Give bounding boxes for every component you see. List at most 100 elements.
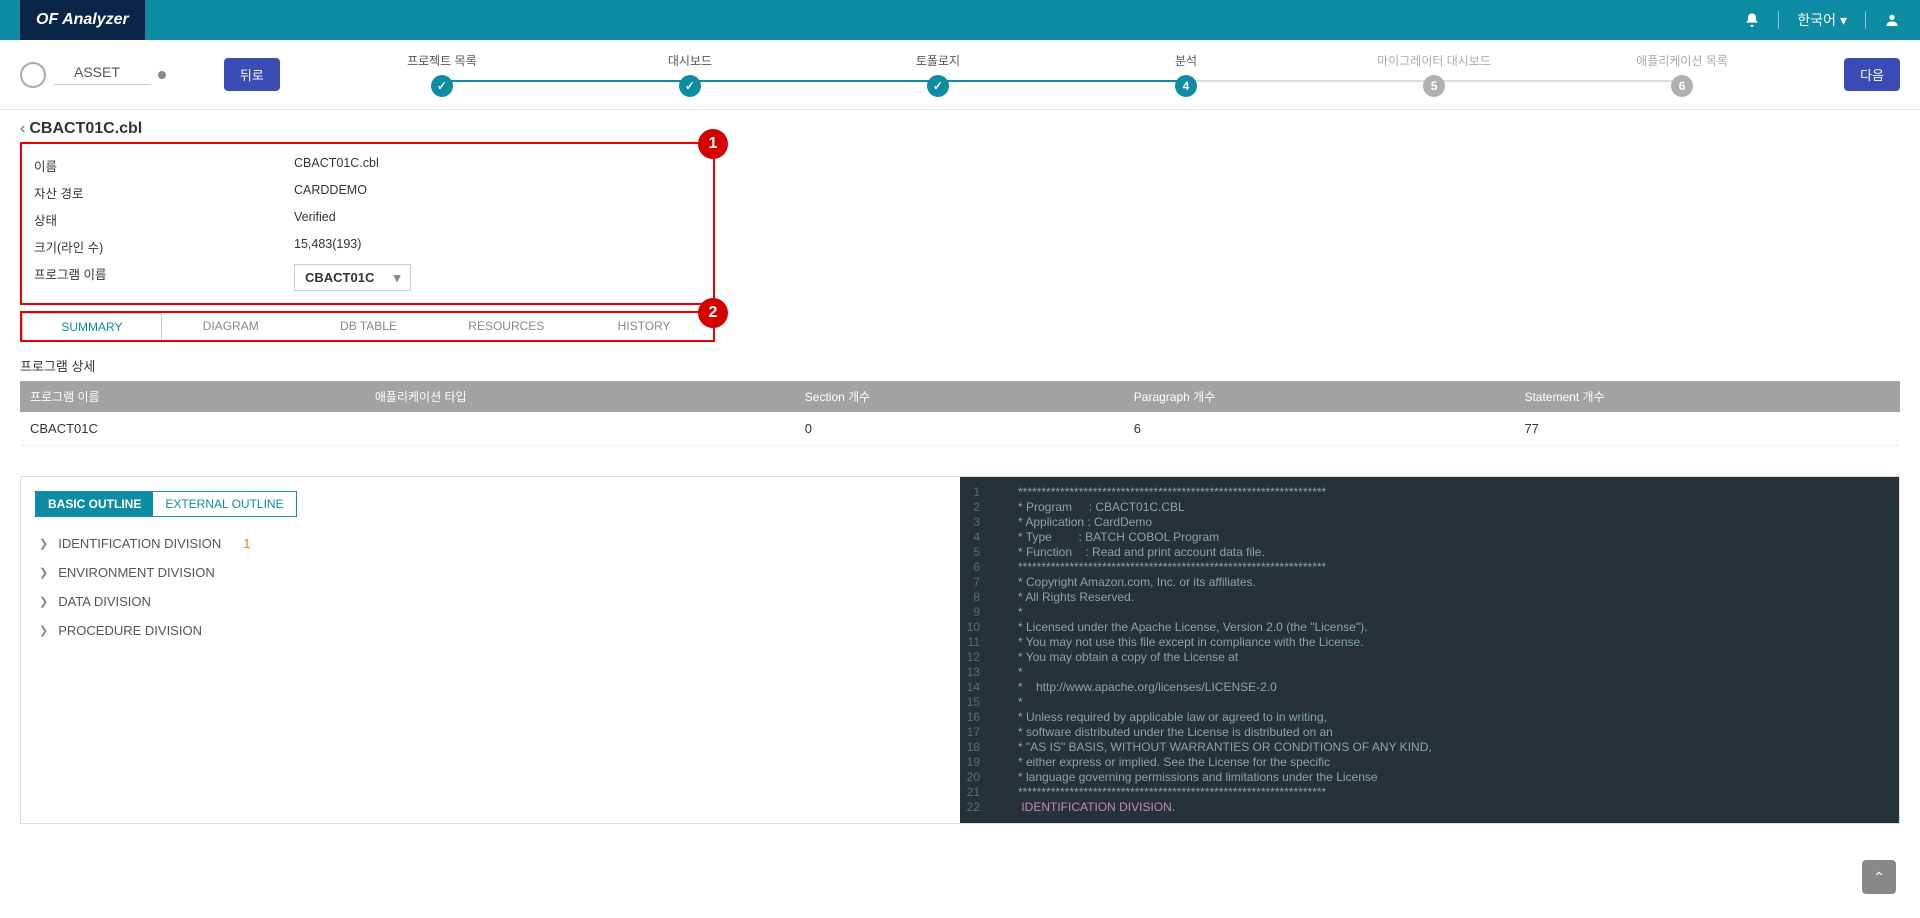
code-viewer[interactable]: 1 **************************************… (960, 477, 1899, 823)
tab-history[interactable]: HISTORY (575, 313, 713, 340)
scroll-top-button[interactable]: ⌃ (1862, 860, 1896, 894)
line-number: 19 (960, 755, 998, 770)
table-header: Section 개수 (795, 381, 1124, 412)
check-icon: ✓ (927, 75, 949, 97)
breadcrumb-title: CBACT01C.cbl (29, 120, 142, 138)
tab-diagram[interactable]: DIAGRAM (162, 313, 300, 340)
code-line: 22 IDENTIFICATION DIVISION. (960, 800, 1899, 815)
user-icon[interactable] (1884, 12, 1900, 28)
code-line: 4 * Type : BATCH COBOL Program (960, 530, 1899, 545)
step-0[interactable]: 프로젝트 목록✓ (318, 52, 566, 97)
next-button[interactable]: 다음 (1844, 58, 1900, 91)
code-line: 6 **************************************… (960, 560, 1899, 575)
code-text: IDENTIFICATION DIVISION. (998, 800, 1175, 815)
outline-item-label: IDENTIFICATION DIVISION (58, 536, 221, 551)
tab-summary[interactable]: SUMMARY (22, 313, 162, 340)
program-name-label: 프로그램 이름 (34, 264, 294, 291)
code-text: * (998, 665, 1023, 680)
chevron-up-icon: ⌃ (1873, 869, 1885, 886)
table-header: 애플리케이션 타입 (365, 381, 795, 412)
info-value: CARDDEMO (294, 183, 367, 202)
info-label: 이름 (34, 156, 294, 175)
code-line: 16 * Unless required by applicable law o… (960, 710, 1899, 725)
asset-dot-icon (158, 71, 166, 79)
outline-item-label: ENVIRONMENT DIVISION (58, 565, 215, 580)
code-text: * (998, 605, 1023, 620)
table-cell: 0 (795, 412, 1124, 446)
tab-external-outline[interactable]: EXTERNAL OUTLINE (153, 492, 295, 516)
caret-down-icon: ▾ (1840, 12, 1847, 29)
info-row: 자산 경로CARDDEMO (34, 179, 701, 206)
program-name-select[interactable]: CBACT01C (294, 264, 411, 291)
line-number: 10 (960, 620, 998, 635)
line-number: 22 (960, 800, 998, 815)
check-icon: ✓ (679, 75, 701, 97)
outline-item[interactable]: ❯ENVIRONMENT DIVISION (35, 558, 946, 587)
info-row: 크기(라인 수)15,483(193) (34, 233, 701, 260)
code-line: 20 * language governing permissions and … (960, 770, 1899, 785)
info-row: 이름CBACT01C.cbl (34, 152, 701, 179)
step-1[interactable]: 대시보드 ✓ (566, 52, 814, 97)
code-line: 12 * You may obtain a copy of the Licens… (960, 650, 1899, 665)
back-button[interactable]: 뒤로 (224, 58, 280, 91)
code-text: * either express or implied. See the Lic… (998, 755, 1330, 770)
tab-db-table[interactable]: DB TABLE (300, 313, 438, 340)
step-2[interactable]: 토폴로지✓ (814, 52, 1062, 97)
outline-item[interactable]: ❯IDENTIFICATION DIVISION1 (35, 529, 946, 558)
breadcrumb[interactable]: ‹ CBACT01C.cbl (20, 120, 1900, 138)
code-line: 13 * (960, 665, 1899, 680)
step-5[interactable]: 애플리케이션 목록6 (1558, 52, 1806, 97)
step-3[interactable]: 분석4 (1062, 52, 1310, 97)
stepper-row: ASSET 뒤로 프로젝트 목록✓대시보드✓토폴로지✓분석4마이그레이터 대시보… (0, 40, 1920, 110)
step-label: 애플리케이션 목록 (1636, 52, 1728, 69)
code-text: * Application : CardDemo (998, 515, 1152, 530)
code-text: * Function : Read and print account data… (998, 545, 1265, 560)
tab-resources[interactable]: RESOURCES (437, 313, 575, 340)
chevron-right-icon: ❯ (39, 624, 48, 637)
topbar: OF Analyzer 한국어 ▾ (0, 0, 1920, 40)
table-cell: 77 (1514, 412, 1900, 446)
code-text: * All Rights Reserved. (998, 590, 1134, 605)
code-line: 2 * Program : CBACT01C.CBL (960, 500, 1899, 515)
code-text: * http://www.apache.org/licenses/LICENSE… (998, 680, 1277, 695)
line-number: 12 (960, 650, 998, 665)
tab-basic-outline[interactable]: BASIC OUTLINE (36, 492, 153, 516)
step-label: 분석 (1175, 52, 1197, 69)
outline-item[interactable]: ❯DATA DIVISION (35, 587, 946, 616)
info-value: 15,483(193) (294, 237, 361, 256)
bell-icon[interactable] (1744, 12, 1760, 28)
code-text: ****************************************… (998, 785, 1326, 800)
step-label: 대시보드 (668, 52, 712, 69)
code-text: ****************************************… (998, 560, 1326, 575)
table-header: 프로그램 이름 (20, 381, 365, 412)
line-number: 13 (960, 665, 998, 680)
info-label: 자산 경로 (34, 183, 294, 202)
line-number: 3 (960, 515, 998, 530)
code-line: 15 * (960, 695, 1899, 710)
code-line: 18 * "AS IS" BASIS, WITHOUT WARRANTIES O… (960, 740, 1899, 755)
chevron-left-icon: ‹ (20, 120, 25, 138)
info-value: Verified (294, 210, 336, 229)
info-value: CBACT01C.cbl (294, 156, 379, 175)
line-number: 1 (960, 485, 998, 500)
app-logo: OF Analyzer (20, 0, 145, 40)
asset-circle-icon (20, 62, 46, 88)
line-number: 9 (960, 605, 998, 620)
code-line: 7 * Copyright Amazon.com, Inc. or its af… (960, 575, 1899, 590)
code-line: 11 * You may not use this file except in… (960, 635, 1899, 650)
code-line: 19 * either express or implied. See the … (960, 755, 1899, 770)
step-4[interactable]: 마이그레이터 대시보드5 (1310, 52, 1558, 97)
language-selector[interactable]: 한국어 ▾ (1797, 10, 1847, 30)
line-number: 18 (960, 740, 998, 755)
check-icon: ✓ (431, 75, 453, 97)
outline-tree: ❯IDENTIFICATION DIVISION1❯ENVIRONMENT DI… (35, 529, 946, 645)
code-text: * Copyright Amazon.com, Inc. or its affi… (998, 575, 1256, 590)
table-cell (365, 412, 795, 446)
line-number: 16 (960, 710, 998, 725)
outline-item[interactable]: ❯PROCEDURE DIVISION (35, 616, 946, 645)
line-number: 6 (960, 560, 998, 575)
line-number: 8 (960, 590, 998, 605)
program-detail-table: 프로그램 이름애플리케이션 타입Section 개수Paragraph 개수St… (20, 381, 1900, 446)
code-line: 17 * software distributed under the Lice… (960, 725, 1899, 740)
line-number: 20 (960, 770, 998, 785)
